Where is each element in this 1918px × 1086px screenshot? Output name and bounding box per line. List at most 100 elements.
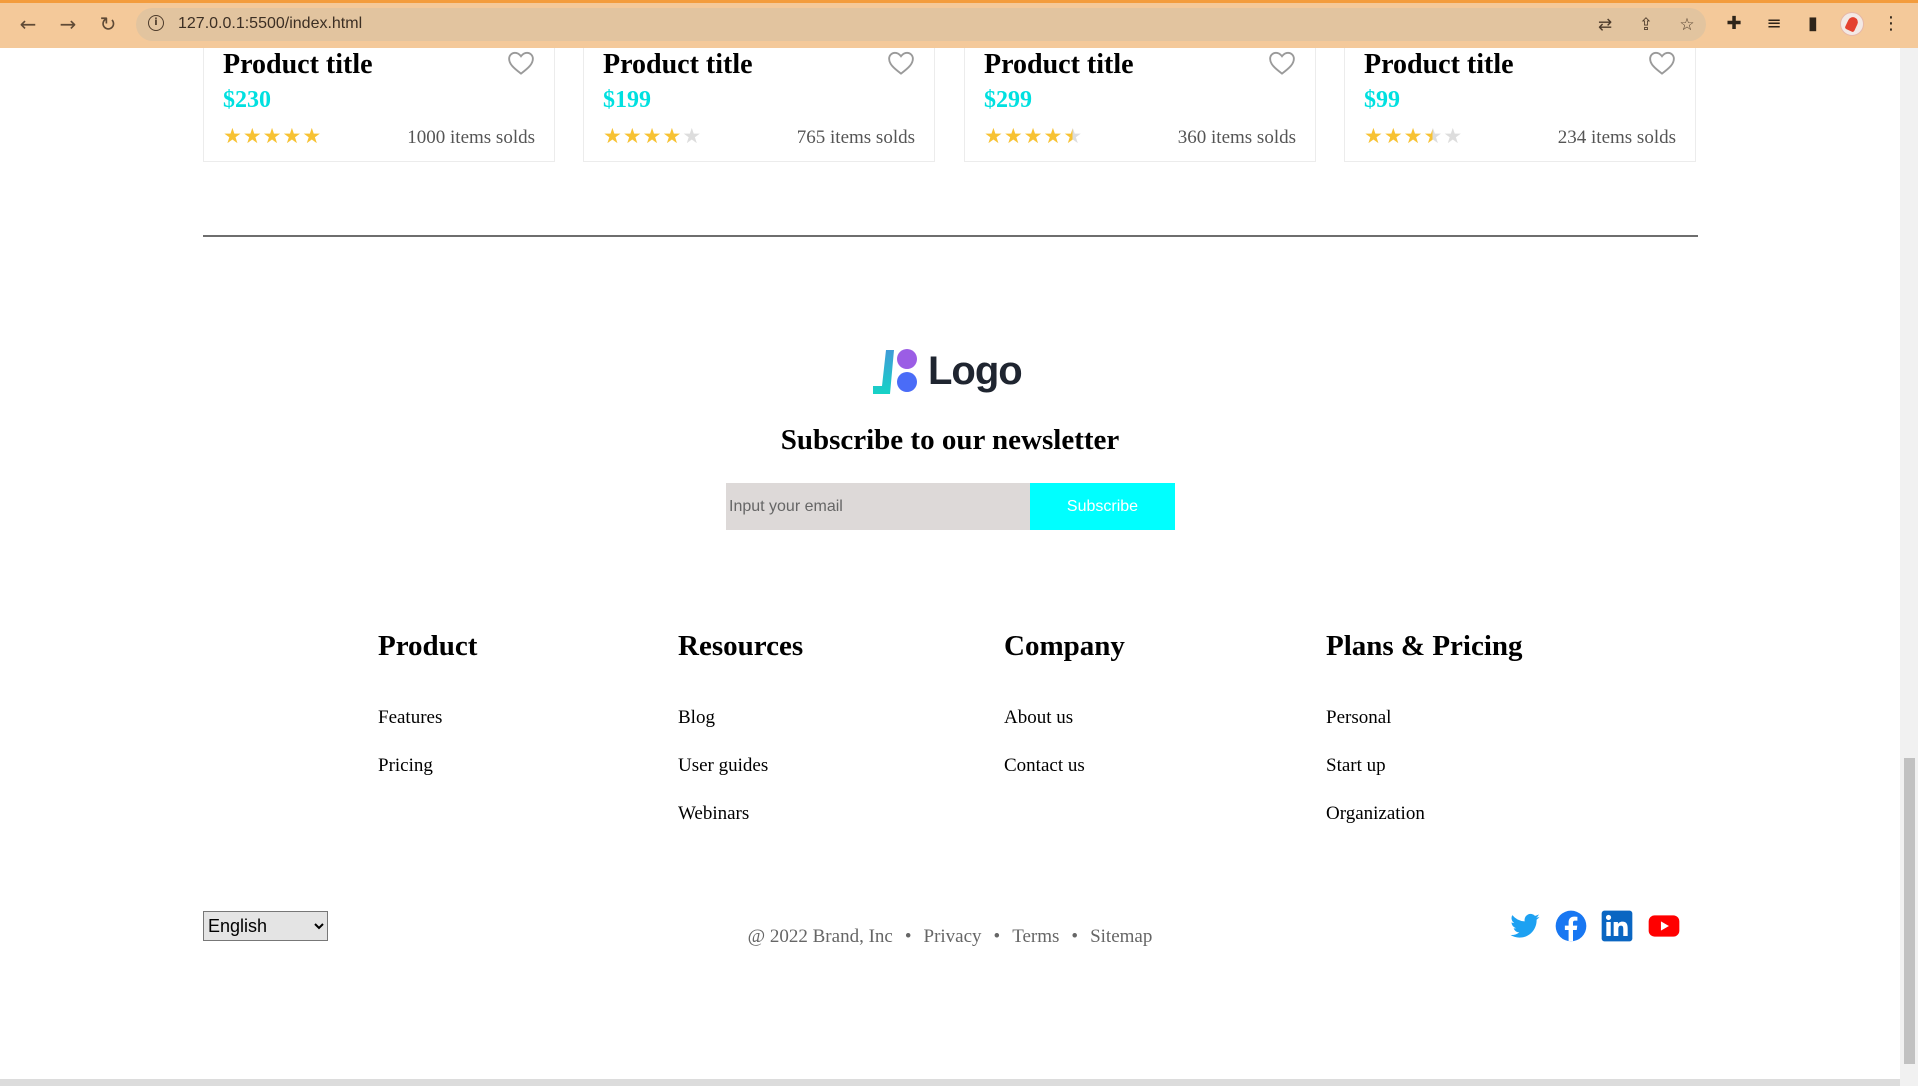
product-card[interactable]: Product title $230 ★ ★ ★ ★ ★ 1000 items solds [203,48,555,162]
vertical-scrollbar[interactable] [1900,48,1918,1086]
footer-link[interactable]: Start up [1326,754,1523,778]
star-filled-icon: ★ [1364,124,1383,148]
extensions-icon[interactable]: ✚ [1722,12,1746,36]
profile-avatar[interactable] [1840,12,1864,36]
twitter-icon[interactable] [1509,910,1541,942]
star-half-icon: ★ [1063,124,1083,148]
separator-dot: • [993,926,1001,947]
star-filled-icon: ★ [242,124,262,148]
heart-icon[interactable] [1267,48,1297,78]
star-filled-icon: ★ [302,124,322,148]
star-filled-icon: ★ [984,124,1003,148]
separator-dot: • [1071,926,1079,947]
share-icon[interactable]: ⇪ [1635,14,1657,36]
footer-link[interactable]: Contact us [1004,754,1125,778]
footer-link[interactable]: Pricing [378,754,477,778]
forward-icon[interactable]: → [54,10,82,38]
product-card[interactable]: Product title $99 ★ ★ ★ ★ ★ 234 items solds [1344,48,1696,162]
email-field[interactable] [726,483,1030,530]
rating-stars: ★ ★ ★ ★ ★ [1364,124,1462,148]
product-price: $299 [984,87,1032,113]
sitemap-link[interactable]: Sitemap [1090,926,1152,947]
logo-mark-icon [873,349,917,394]
page-content: Product title $230 ★ ★ ★ ★ ★ 1000 items solds Pr… [0,48,1900,1086]
footer-link[interactable]: Personal [1326,706,1523,730]
back-icon[interactable]: ← [14,10,42,38]
product-card[interactable]: Product title $199 ★ ★ ★ ★ ★ 765 items solds [583,48,935,162]
copyright-text: @ 2022 Brand, Inc [747,926,893,947]
site-info-icon[interactable]: i [148,15,164,31]
footer-column-title: Plans & Pricing [1326,630,1523,662]
footer-link[interactable]: Blog [678,706,803,730]
star-filled-icon: ★ [642,124,662,148]
star-filled-icon: ★ [223,124,242,148]
footer-column: Resources Blog User guides Webinars [678,628,803,826]
logo-text: Logo [928,349,1023,393]
star-filled-icon: ★ [1043,124,1063,148]
product-card[interactable]: Product title $299 ★ ★ ★ ★ ★ 360 items solds [964,48,1316,162]
tab-strip-accent [0,0,1918,3]
scrollbar-thumb[interactable] [1904,758,1915,1064]
product-price: $230 [223,87,271,113]
footer-column-title: Resources [678,630,804,662]
product-price: $199 [603,87,651,113]
items-sold: 360 items solds [1177,127,1296,148]
product-title[interactable]: Product title [984,48,1134,82]
footer-link[interactable]: Webinars [678,802,803,826]
footer-column-title: Company [1004,630,1125,662]
star-empty-icon: ★ [1443,124,1463,148]
browser-toolbar: ← → ↻ i 127.0.0.1:5500/index.html ⇄ ⇪ ☆ … [0,0,1918,48]
subscribe-button[interactable]: Subscribe [1030,483,1175,530]
star-half-icon: ★ [1423,124,1443,148]
url-text[interactable]: 127.0.0.1:5500/index.html [178,14,362,34]
address-bar[interactable]: i 127.0.0.1:5500/index.html ⇄ ⇪ ☆ [136,8,1706,41]
media-control-icon[interactable]: ≡ [1762,12,1786,36]
footer-link[interactable]: Features [378,706,477,730]
star-empty-icon: ★ [682,124,702,148]
star-filled-icon: ★ [1023,124,1043,148]
star-filled-icon: ★ [262,124,282,148]
footer-column: Plans & Pricing Personal Start up Organizat… [1326,628,1523,826]
rating-stars: ★ ★ ★ ★ ★ [223,124,321,148]
terms-link[interactable]: Terms [1012,926,1059,947]
product-title[interactable]: Product title [603,48,753,82]
rating-stars: ★ ★ ★ ★ ★ [603,124,701,148]
bookmark-star-icon[interactable]: ☆ [1676,14,1698,36]
items-sold: 765 items solds [796,127,915,148]
items-sold: 234 items solds [1557,127,1676,148]
footer-link[interactable]: Organization [1326,802,1523,826]
items-sold: 1000 items solds [407,127,535,148]
star-filled-icon: ★ [603,124,622,148]
product-title[interactable]: Product title [1364,48,1514,82]
heart-icon[interactable] [886,48,916,78]
youtube-icon[interactable] [1648,910,1680,942]
reload-icon[interactable]: ↻ [94,10,122,38]
star-filled-icon: ★ [622,124,642,148]
translate-icon[interactable]: ⇄ [1594,14,1616,36]
footer-link[interactable]: About us [1004,706,1125,730]
star-filled-icon: ★ [1403,124,1423,148]
product-title[interactable]: Product title [223,48,373,82]
star-filled-icon: ★ [282,124,302,148]
product-price: $99 [1364,87,1400,113]
brand-logo[interactable]: Logo [870,346,1030,398]
footer-column-title: Product [378,630,478,662]
rating-stars: ★ ★ ★ ★ ★ [984,124,1082,148]
heart-icon[interactable] [1647,48,1677,78]
footer-column: Company About us Contact us [1004,628,1125,778]
star-filled-icon: ★ [1003,124,1023,148]
newsletter-title: Subscribe to our newsletter [780,424,1120,456]
star-filled-icon: ★ [662,124,682,148]
facebook-icon[interactable] [1555,910,1587,942]
section-divider [203,235,1698,237]
horizontal-scrollbar[interactable] [0,1079,1900,1086]
privacy-link[interactable]: Privacy [924,926,982,947]
footer-link[interactable]: User guides [678,754,803,778]
menu-icon[interactable]: ⋮ [1882,12,1900,36]
star-filled-icon: ★ [1383,124,1403,148]
footer-column: Product Features Pricing [378,628,477,778]
heart-icon[interactable] [506,48,536,78]
linkedin-icon[interactable] [1601,910,1633,942]
separator-dot: • [904,926,912,947]
side-panel-icon[interactable]: ▮ [1801,12,1825,36]
